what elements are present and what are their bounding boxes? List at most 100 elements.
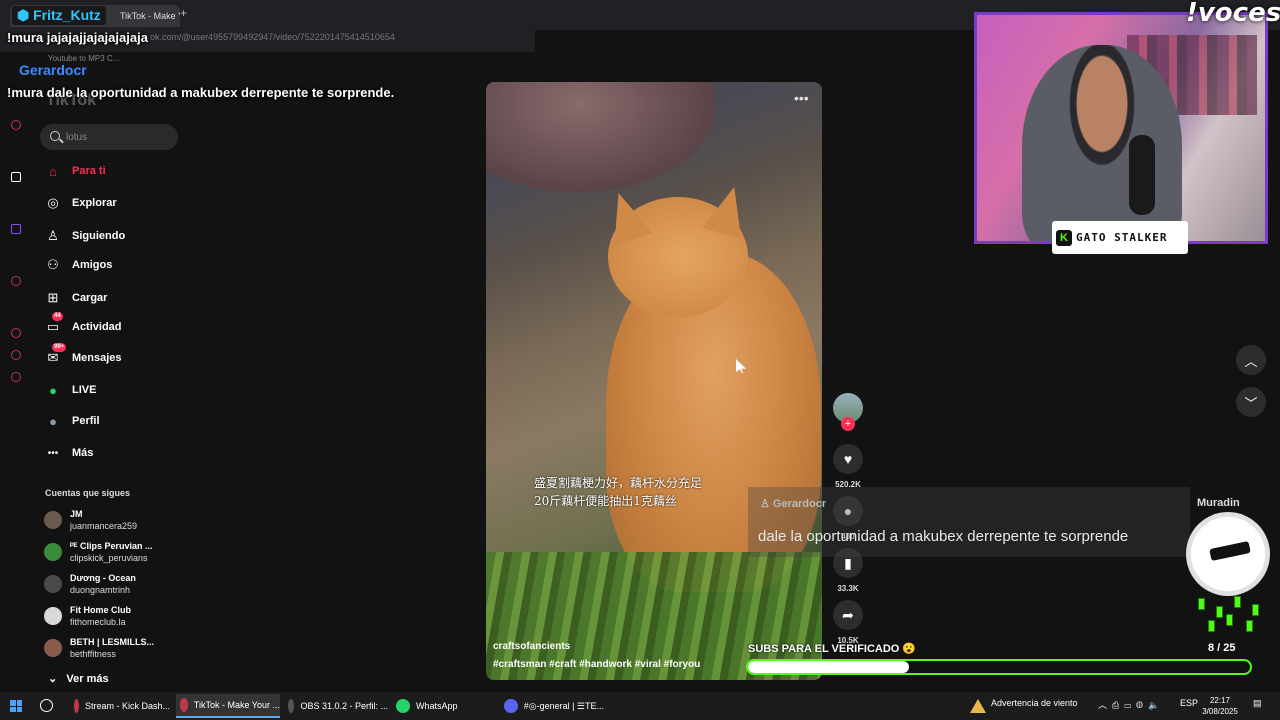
subtitle-line: 盛夏割藕梗力好，藕杆水分充足 [534, 476, 703, 490]
search-input[interactable] [66, 128, 171, 146]
upload-icon: ⊞ [47, 290, 59, 305]
search-box[interactable] [40, 124, 178, 150]
goal-progress-fill [748, 661, 909, 673]
next-video-button[interactable]: ﹀ [1236, 387, 1266, 417]
cash-icon [1252, 604, 1259, 616]
weather-alert[interactable]: Advertencia de viento [991, 698, 1078, 708]
obs-icon [288, 699, 295, 713]
see-more-button[interactable]: ⌄ Ver más [48, 672, 109, 685]
follow-plus-icon[interactable]: + [841, 417, 855, 431]
more-icon: ••• [47, 447, 59, 459]
nav-actividad[interactable]: ▭ 44 Actividad [44, 312, 194, 338]
nav-label: Amigos [72, 259, 113, 271]
activity-badge: 44 [52, 312, 63, 321]
new-tab-button[interactable]: + [180, 6, 187, 20]
goal-title: SUBS PARA EL VERIFICADO 😮 [748, 643, 917, 655]
like-button[interactable]: ♥ [833, 444, 863, 474]
overlay-chat-message: dale la oportunidad a makubex derrepente… [758, 528, 1129, 545]
strip-record-icon[interactable] [11, 120, 21, 130]
video-more-icon[interactable]: ••• [794, 90, 809, 106]
activity-icon: ▭ 44 [44, 312, 63, 336]
user-icon: ♙ [760, 498, 773, 510]
account-name: ᴾᴱ Clips Peruvian ... [70, 541, 153, 551]
nav-label: Siguiendo [72, 230, 126, 242]
strip-sync-icon[interactable] [11, 350, 21, 360]
language-indicator[interactable]: ESP [1180, 698, 1198, 708]
kick-logo-icon: K [1056, 229, 1072, 246]
nav-siguiendo[interactable]: ♙ Siguiendo [44, 225, 194, 247]
strip-settings-icon[interactable] [11, 372, 21, 382]
followed-account[interactable]: Fit Home Club fithomeclub.la [44, 602, 184, 630]
tray-icons[interactable]: ︿ ⎙ ▭ ◍ 🔈 [1098, 698, 1159, 711]
save-count: 33.3K [837, 584, 859, 593]
search-icon [50, 131, 60, 141]
nav-perfil[interactable]: ● Perfil [44, 410, 194, 432]
strip-clock-icon[interactable] [11, 328, 21, 338]
strip-twitch-icon[interactable] [11, 224, 21, 234]
notification-icon[interactable]: ▤ [1253, 698, 1262, 709]
video-player[interactable]: ••• 盛夏割藕梗力好，藕杆水分充足 20斤藕杆便能抽出1克藕丝 craftso… [486, 82, 822, 680]
screen: TikTok - Make Your Da + ok.com/@user4955… [0, 0, 1280, 720]
taskbar-app-active[interactable]: TikTok - Make Your ... [176, 694, 280, 718]
account-handle: clipskick_peruvians [70, 553, 148, 563]
activity-glyph: ▭ [46, 319, 60, 334]
taskbar-app[interactable]: OBS 31.0.2 - Perfil: ... [284, 694, 388, 718]
webcam-label-text: GATO STALKER [1076, 231, 1168, 244]
taskbar-app-label: TikTok - Make Your ... [193, 700, 280, 710]
home-icon: ⌂ [49, 163, 57, 179]
nav-label: Perfil [72, 415, 100, 427]
windows-start-icon[interactable] [10, 700, 22, 712]
strip-circle-icon[interactable] [11, 276, 21, 286]
account-name: BETH | LESMILLS... [70, 637, 155, 647]
nav-label: Cargar [72, 292, 108, 304]
browser-side-strip [0, 80, 32, 692]
clock[interactable]: 22:17 3/08/2025 [1200, 695, 1240, 717]
avatar [44, 511, 62, 529]
strip-tiktok-icon[interactable] [11, 172, 21, 182]
share-button[interactable]: ➦ [833, 600, 863, 630]
heart-icon: ♥ [843, 451, 853, 467]
account-name: Fit Home Club [70, 605, 131, 615]
chevron-up-icon: ︿ [1244, 353, 1258, 369]
account-handle: fithomeclub.la [70, 617, 126, 627]
chat-message: !mura dale la oportunidad a makubex derr… [7, 85, 395, 100]
opera-icon [74, 699, 79, 713]
taskbar-app[interactable]: WhatsApp [392, 694, 492, 718]
followed-account[interactable]: ᴾᴱ Clips Peruvian ... clipskick_peruvian… [44, 538, 184, 566]
previous-video-button[interactable]: ︿ [1236, 345, 1266, 375]
nav-amigos[interactable]: ⚇ Amigos [44, 254, 194, 276]
account-name: JM [70, 509, 83, 519]
following-section-title: Cuentas que sigues [45, 488, 131, 498]
video-hashtags[interactable]: #craftsman #craft #handwork #viral #fory… [493, 659, 700, 670]
shield-icon: ⬢ [17, 7, 34, 23]
followed-account[interactable]: JM juanmancera259 [44, 506, 184, 534]
nav-explorar[interactable]: ◎ Explorar [44, 192, 194, 214]
avatar [44, 639, 62, 657]
profile-icon: ● [49, 413, 57, 429]
taskbar-app[interactable]: Stream - Kick Dash... [70, 694, 170, 718]
chat-username: ⬢ Fritz_Kutz [12, 6, 106, 25]
nav-mas[interactable]: ••• Más [44, 442, 194, 464]
taskbar-search-icon[interactable] [40, 699, 53, 712]
stream-brand: !voces [1186, 0, 1280, 28]
video-author[interactable]: craftsofancients [493, 641, 570, 652]
share-icon: ➦ [842, 606, 854, 623]
account-handle: bethffitness [70, 649, 116, 659]
nav-cargar[interactable]: ⊞ Cargar [44, 287, 194, 309]
user-follow-icon: ♙ [47, 228, 59, 243]
taskbar-app[interactable]: #◎-general | ☰TE... [500, 694, 604, 718]
nav-para-ti[interactable]: ⌂ Para ti [44, 160, 194, 182]
nav-label: Mensajes [72, 352, 122, 364]
taskbar-app-label: Stream - Kick Dash... [84, 701, 170, 711]
messages-icon: ✉ 99+ [44, 343, 67, 367]
avatar [44, 607, 62, 625]
followed-account[interactable]: Dương - Ocean duongnamtrinh [44, 570, 184, 598]
messages-badge: 99+ [52, 343, 67, 352]
nav-label: Explorar [72, 197, 117, 209]
goal-progress-bar [746, 659, 1252, 675]
video-scene-sleeve [486, 82, 716, 192]
followed-account[interactable]: BETH | LESMILLS... bethffitness [44, 634, 184, 662]
nav-mensajes[interactable]: ✉ 99+ Mensajes [44, 343, 194, 369]
chat-username: Gerardocr [14, 61, 92, 79]
nav-live[interactable]: ● LIVE [44, 379, 194, 401]
